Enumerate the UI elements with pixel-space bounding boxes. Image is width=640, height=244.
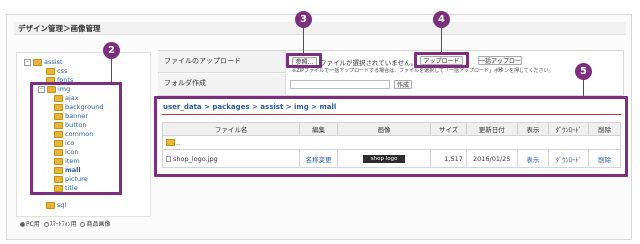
callout-line-3: [303, 28, 304, 53]
tree-node-assist[interactable]: − assist: [24, 58, 63, 67]
device-selector: PC用 ｽﾏｰﾄﾌｫﾝ用 商品画像: [20, 219, 111, 228]
callout-badge-2: 2: [103, 42, 120, 59]
folder-icon: [46, 67, 55, 75]
folder-icon: [46, 201, 55, 209]
highlight-box-4: [414, 52, 469, 68]
callout-badge-3: 3: [295, 11, 312, 28]
radio-smartphone[interactable]: [43, 222, 49, 227]
highlight-box-5: [154, 96, 628, 177]
radio-pc[interactable]: [20, 222, 25, 227]
bulk-upload-button[interactable]: 一括アップロード: [478, 56, 522, 74]
tree-node-sql[interactable]: sql: [46, 201, 66, 210]
folder-icon: [33, 58, 42, 66]
callout-badge-5: 5: [575, 63, 592, 80]
folder-label: フォルダ作成: [158, 74, 286, 95]
collapse-icon[interactable]: −: [24, 58, 31, 66]
highlight-box-3: [286, 53, 322, 68]
radio-product-image[interactable]: [80, 222, 86, 227]
callout-line-5: [583, 79, 584, 96]
upload-note: ※ZIPファイルで一括アップロードする場合は、ファイルを選択して「一括アップロー…: [292, 68, 554, 74]
callout-badge-4: 4: [433, 11, 450, 28]
page-title: デザイン管理＞画像管理: [14, 22, 626, 35]
callout-line-4: [441, 28, 442, 52]
highlight-box-2: [30, 82, 122, 195]
upload-label: ファイルのアップロード: [158, 51, 286, 73]
create-folder-button[interactable]: 作成: [394, 80, 412, 89]
tree-node-css[interactable]: css: [46, 67, 67, 76]
no-file-text: ファイルが選択されていません。: [320, 59, 418, 67]
callout-line-2: [111, 58, 112, 82]
folder-name-input[interactable]: [290, 80, 390, 89]
